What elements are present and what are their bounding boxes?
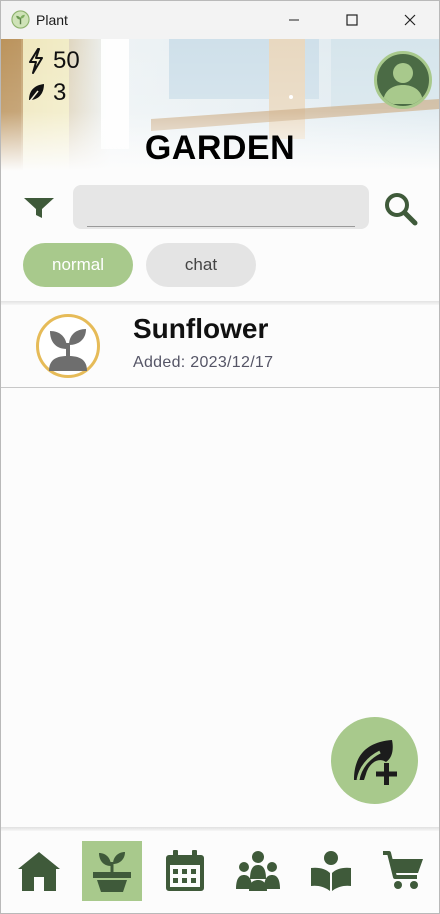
search-icon bbox=[385, 193, 418, 226]
lightning-icon bbox=[29, 48, 43, 74]
nav-garden[interactable] bbox=[82, 841, 142, 901]
sprout-icon bbox=[49, 329, 87, 371]
plant-list-item[interactable]: Sunflower Added: 2023/12/17 bbox=[1, 305, 439, 388]
window-title: Plant bbox=[36, 12, 68, 28]
energy-stat: 50 bbox=[27, 47, 80, 75]
title-bar: Plant bbox=[1, 1, 439, 39]
close-button[interactable] bbox=[381, 1, 439, 39]
close-icon bbox=[404, 14, 416, 26]
nav-calendar[interactable] bbox=[155, 841, 215, 901]
garden-header: 50 3 GARDEN bbox=[1, 39, 439, 171]
nav-reading[interactable] bbox=[301, 841, 361, 901]
home-icon bbox=[18, 852, 60, 891]
minimize-button[interactable] bbox=[265, 1, 323, 39]
plant-name: Sunflower bbox=[133, 313, 269, 344]
bottom-navigation bbox=[1, 831, 439, 913]
add-plant-button[interactable] bbox=[331, 717, 418, 804]
nav-home[interactable] bbox=[9, 841, 69, 901]
search-underline bbox=[87, 226, 355, 227]
plant-added-date: Added: 2023/12/17 bbox=[133, 354, 274, 371]
page-title: GARDEN bbox=[144, 129, 296, 167]
plant-avatar bbox=[36, 314, 100, 378]
add-leaf-icon bbox=[353, 739, 397, 785]
nav-shop[interactable] bbox=[373, 841, 433, 901]
energy-count: 50 bbox=[53, 47, 80, 74]
minimize-icon bbox=[289, 19, 299, 21]
potted-plant-icon bbox=[93, 852, 131, 892]
chip-chat[interactable]: chat bbox=[146, 243, 256, 287]
leaf-stat: 3 bbox=[27, 79, 66, 107]
calendar-icon bbox=[166, 850, 204, 891]
leaf-icon bbox=[29, 84, 44, 102]
nav-community[interactable] bbox=[228, 841, 288, 901]
app-logo-icon bbox=[11, 10, 30, 29]
user-avatar[interactable] bbox=[374, 51, 432, 109]
maximize-icon bbox=[346, 14, 358, 26]
cart-icon bbox=[383, 851, 423, 889]
search-button[interactable] bbox=[381, 189, 421, 229]
chip-normal[interactable]: normal bbox=[23, 243, 133, 287]
reading-icon bbox=[311, 851, 351, 891]
leaf-count: 3 bbox=[53, 79, 67, 106]
app-window: Plant 50 3 GARDEN normal chat Sunflower … bbox=[0, 0, 440, 914]
filter-icon bbox=[24, 198, 54, 218]
community-icon bbox=[236, 851, 280, 891]
search-input[interactable] bbox=[73, 185, 369, 229]
maximize-button[interactable] bbox=[323, 1, 381, 39]
user-icon bbox=[383, 63, 423, 104]
filter-button[interactable] bbox=[19, 193, 59, 223]
